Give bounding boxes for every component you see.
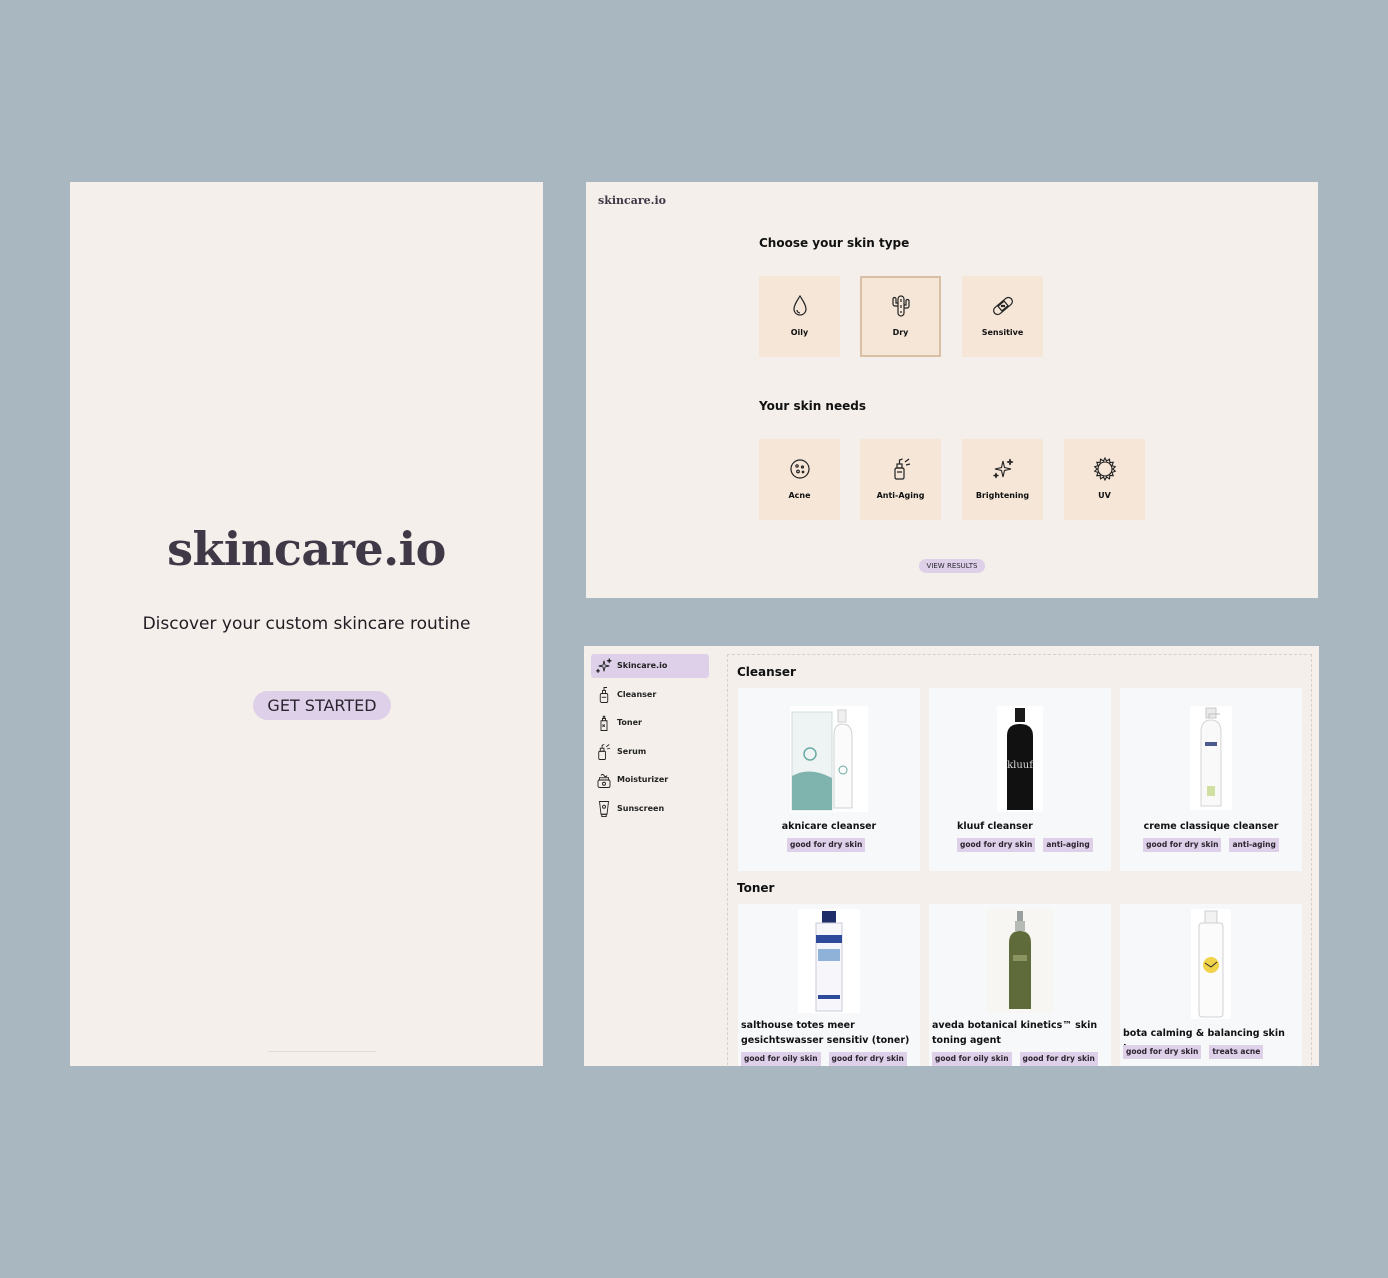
tag-treats-acne: treats acne: [1209, 1045, 1264, 1059]
product-name: salthouse totes meer gesichtswasser sens…: [741, 1020, 910, 1046]
sidebar-item-label: Serum: [617, 747, 647, 756]
sidebar-item-toner[interactable]: Toner: [591, 711, 709, 735]
moisturizer-jar-icon: [595, 771, 613, 789]
section-title-toner: Toner: [737, 881, 775, 895]
app-logo: skincare.io: [167, 522, 446, 576]
droplet-icon: [788, 294, 812, 318]
product-image: kluuf: [997, 706, 1043, 812]
product-card[interactable]: aknicare cleanser good for dry skin: [738, 688, 920, 871]
section-title-cleanser: Cleanser: [737, 665, 796, 679]
product-tags: good for oily skin good for dry skin: [738, 1052, 920, 1066]
tag-good-for-oily-skin: good for oily skin: [741, 1052, 821, 1066]
skin-need-brightening-option[interactable]: Brightening: [962, 439, 1043, 520]
product-catalog-screen: Skincare.io Cleanser Toner Serum Moistur…: [584, 646, 1319, 1066]
sparkles-icon: [991, 457, 1015, 481]
option-label: Dry: [892, 328, 909, 337]
kluuf-label-text: kluuf: [1007, 760, 1034, 771]
bandage-icon: [991, 294, 1015, 318]
option-label: UV: [1098, 491, 1111, 500]
option-label: Brightening: [975, 491, 1030, 500]
sidebar-item-sunscreen[interactable]: Sunscreen: [591, 797, 709, 821]
skin-type-sensitive-option[interactable]: Sensitive: [962, 276, 1043, 357]
skin-need-acne-option[interactable]: Acne: [759, 439, 840, 520]
landing-screen: skincare.io Discover your custom skincar…: [70, 182, 543, 1066]
sidebar-item-label: Cleanser: [617, 690, 657, 699]
skin-needs-heading: Your skin needs: [759, 399, 866, 413]
sparkles-icon: [595, 657, 613, 675]
product-tags: good for oily skin good for dry skin: [929, 1052, 1111, 1066]
product-tags: good for dry skin treats acne: [1120, 1045, 1302, 1059]
view-results-button[interactable]: VIEW RESULTS: [919, 559, 985, 573]
product-tags: good for dry skin anti-aging: [929, 838, 1111, 852]
sidebar-item-label: Moisturizer: [617, 775, 669, 784]
skin-type-oily-option[interactable]: Oily: [759, 276, 840, 357]
product-card[interactable]: bota calming & balancing skin toner good…: [1120, 904, 1302, 1066]
cactus-icon: [889, 294, 913, 318]
dropper-bottle-icon: [889, 457, 913, 481]
product-image: [798, 909, 860, 1013]
product-image: [790, 706, 868, 812]
product-card[interactable]: aveda botanical kinetics™ skin toning ag…: [929, 904, 1111, 1066]
tag-good-for-dry-skin: good for dry skin: [828, 1052, 907, 1066]
product-name: aknicare cleanser: [781, 821, 877, 832]
product-tags: good for dry skin: [738, 838, 920, 852]
product-card[interactable]: kluuf kluuf cleanser good for dry skin a…: [929, 688, 1111, 871]
skin-type-heading: Choose your skin type: [759, 236, 910, 250]
serum-dropper-icon: [595, 743, 613, 761]
sunscreen-tube-icon: [595, 800, 613, 818]
product-image: [1190, 706, 1232, 810]
acne-icon: [788, 457, 812, 481]
product-name: kluuf cleanser: [957, 821, 1033, 832]
tag-good-for-dry-skin: good for dry skin: [1143, 838, 1222, 852]
skin-quiz-screen: skincare.io Choose your skin type Oily D…: [586, 182, 1318, 598]
toner-bottle-icon: [595, 714, 613, 732]
sidebar-item-label: Sunscreen: [617, 804, 665, 813]
option-label: Anti-Aging: [876, 491, 925, 500]
sidebar-item-home[interactable]: Skincare.io: [591, 654, 709, 678]
option-label: Acne: [788, 491, 811, 500]
product-name: aveda botanical kinetics™ skin toning ag…: [932, 1020, 1098, 1046]
skin-need-anti-aging-option[interactable]: Anti-Aging: [860, 439, 941, 520]
product-tags: good for dry skin anti-aging: [1120, 838, 1302, 852]
option-label: Oily: [790, 328, 809, 337]
product-image: [1191, 909, 1231, 1019]
tag-good-for-dry-skin: good for dry skin: [1019, 1052, 1098, 1066]
sidebar-item-label: Skincare.io: [617, 661, 668, 670]
tagline: Discover your custom skincare routine: [142, 614, 471, 634]
option-label: Sensitive: [981, 328, 1024, 337]
brand-logo[interactable]: skincare.io: [598, 194, 666, 207]
sun-icon: [1093, 457, 1117, 481]
sidebar-item-label: Toner: [617, 718, 642, 727]
tag-good-for-oily-skin: good for oily skin: [932, 1052, 1012, 1066]
tag-anti-aging: anti-aging: [1043, 838, 1093, 852]
tag-good-for-dry-skin: good for dry skin: [787, 838, 866, 852]
sidebar-item-moisturizer[interactable]: Moisturizer: [591, 768, 709, 792]
skin-need-uv-option[interactable]: UV: [1064, 439, 1145, 520]
home-indicator: [268, 1051, 376, 1052]
product-card[interactable]: creme classique cleanser good for dry sk…: [1120, 688, 1302, 871]
product-name: creme classique cleanser: [1143, 821, 1279, 832]
tag-good-for-dry-skin: good for dry skin: [957, 838, 1036, 852]
cleanser-bottle-icon: [595, 686, 613, 704]
get-started-button[interactable]: GET STARTED: [253, 691, 391, 720]
skin-type-dry-option[interactable]: Dry: [860, 276, 941, 357]
sidebar-item-cleanser[interactable]: Cleanser: [591, 683, 709, 707]
product-card[interactable]: salthouse totes meer gesichtswasser sens…: [738, 904, 920, 1066]
sidebar-item-serum[interactable]: Serum: [591, 740, 709, 764]
tag-anti-aging: anti-aging: [1229, 838, 1279, 852]
product-image: [987, 909, 1053, 1013]
tag-good-for-dry-skin: good for dry skin: [1123, 1045, 1202, 1059]
